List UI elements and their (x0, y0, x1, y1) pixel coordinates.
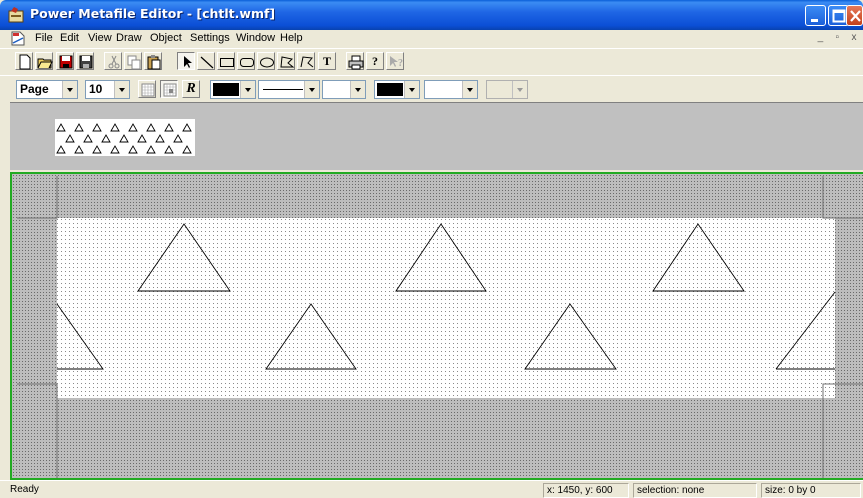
menu-edit[interactable]: Edit (60, 32, 79, 44)
snap-grid-icon (163, 83, 177, 97)
line-tool-button[interactable] (197, 52, 215, 70)
menu-window[interactable]: Window (236, 32, 275, 44)
polygon-tool-button[interactable] (277, 52, 295, 70)
minimize-icon (811, 19, 818, 22)
main-toolbar: T ? ? (0, 48, 863, 74)
size-value: 10 (89, 82, 103, 96)
menu-draw[interactable]: Draw (116, 32, 142, 44)
preview-pane (10, 102, 863, 170)
minimize-button[interactable] (805, 5, 826, 26)
save-button[interactable] (56, 52, 74, 70)
brush-color-combo[interactable] (374, 80, 420, 99)
open-folder-icon (37, 58, 53, 69)
menu-file[interactable]: File (35, 32, 53, 44)
chevron-down-icon[interactable] (404, 81, 419, 98)
size-combo[interactable]: 10 (85, 80, 130, 99)
polygon-icon (280, 56, 295, 68)
snap-grid-button[interactable] (160, 80, 178, 98)
open-button[interactable] (35, 52, 53, 70)
rotate-icon: R (186, 81, 196, 96)
text-tool-button[interactable]: T (318, 52, 336, 70)
app-icon (8, 7, 24, 23)
window-title: Power Metafile Editor - [chtlt.wmf] (30, 6, 276, 21)
paste-icon (147, 55, 161, 70)
text-tool-icon: T (322, 54, 331, 68)
save-icon (59, 55, 73, 69)
ellipse-icon (260, 57, 274, 68)
brush-color-swatch (377, 83, 403, 96)
grid-button[interactable] (138, 80, 156, 98)
floppy-icon (79, 55, 93, 69)
ellipse-tool-button[interactable] (257, 52, 275, 70)
context-help-icon: ? (390, 56, 403, 69)
printer-icon (348, 55, 364, 70)
select-tool-button[interactable] (177, 52, 195, 70)
line-style-swatch (263, 89, 303, 90)
hatch-combo[interactable] (486, 80, 528, 99)
paste-button[interactable] (144, 52, 162, 70)
menu-help[interactable]: Help (280, 32, 303, 44)
pen-color-swatch (213, 83, 239, 96)
close-button[interactable] (846, 5, 863, 26)
help-button[interactable]: ? (366, 52, 384, 70)
new-button[interactable] (15, 52, 33, 70)
context-help-button[interactable]: ? (386, 52, 404, 70)
menu-settings[interactable]: Settings (190, 32, 230, 44)
copy-button[interactable] (124, 52, 142, 70)
cut-button[interactable] (104, 52, 122, 70)
rounded-rectangle-tool-button[interactable] (237, 52, 255, 70)
line-width-combo[interactable] (322, 80, 366, 99)
title-bar[interactable]: Power Metafile Editor - [chtlt.wmf] (0, 0, 863, 30)
status-bar: Ready x: 1450, y: 600 selection: none si… (0, 480, 863, 498)
rectangle-icon (220, 58, 234, 67)
status-coordinates: x: 1450, y: 600 (543, 483, 629, 498)
menu-view[interactable]: View (88, 32, 112, 44)
format-toolbar: Page 10 R (0, 75, 863, 101)
rotate-button[interactable]: R (182, 80, 200, 98)
chevron-down-icon[interactable] (350, 81, 365, 98)
grid-icon (141, 83, 155, 97)
new-file-icon (19, 54, 31, 70)
scissors-icon (108, 55, 120, 69)
chevron-down-icon[interactable] (62, 81, 77, 98)
mdi-restore-button[interactable]: ▫ (830, 32, 844, 43)
pen-color-combo[interactable] (210, 80, 256, 99)
status-ready: Ready (10, 484, 39, 495)
close-icon (850, 10, 861, 22)
mdi-close-button[interactable]: x (847, 32, 861, 43)
mdi-minimize-button[interactable]: _ (813, 32, 827, 43)
help-icon: ? (372, 54, 378, 68)
print-button[interactable] (346, 52, 364, 70)
chevron-down-icon[interactable] (512, 81, 527, 98)
copy-icon (127, 55, 141, 70)
chevron-down-icon[interactable] (240, 81, 255, 98)
polyline-tool-button[interactable] (297, 52, 315, 70)
svg-text:?: ? (398, 58, 403, 69)
chevron-down-icon[interactable] (114, 81, 129, 98)
drawing-canvas[interactable] (10, 172, 863, 480)
page-area (57, 218, 835, 398)
rounded-rectangle-icon (240, 58, 254, 67)
menu-object[interactable]: Object (150, 32, 182, 44)
save-all-button[interactable] (76, 52, 94, 70)
polyline-icon (300, 56, 314, 68)
status-size: size: 0 by 0 (761, 483, 861, 498)
mdi-controls: _ ▫ x (813, 32, 861, 43)
line-icon (200, 56, 214, 69)
rectangle-tool-button[interactable] (217, 52, 235, 70)
document-icon[interactable] (10, 31, 26, 46)
line-style-combo[interactable] (258, 80, 320, 99)
chevron-down-icon[interactable] (304, 81, 319, 98)
arrow-pointer-icon (184, 56, 192, 68)
units-value: Page (20, 82, 49, 96)
units-combo[interactable]: Page (16, 80, 78, 99)
status-selection: selection: none (633, 483, 757, 498)
menu-bar: File Edit View Draw Object Settings Wind… (0, 30, 863, 47)
fill-style-combo[interactable] (424, 80, 478, 99)
chevron-down-icon[interactable] (462, 81, 477, 98)
pattern-preview-thumbnail[interactable] (55, 119, 195, 156)
